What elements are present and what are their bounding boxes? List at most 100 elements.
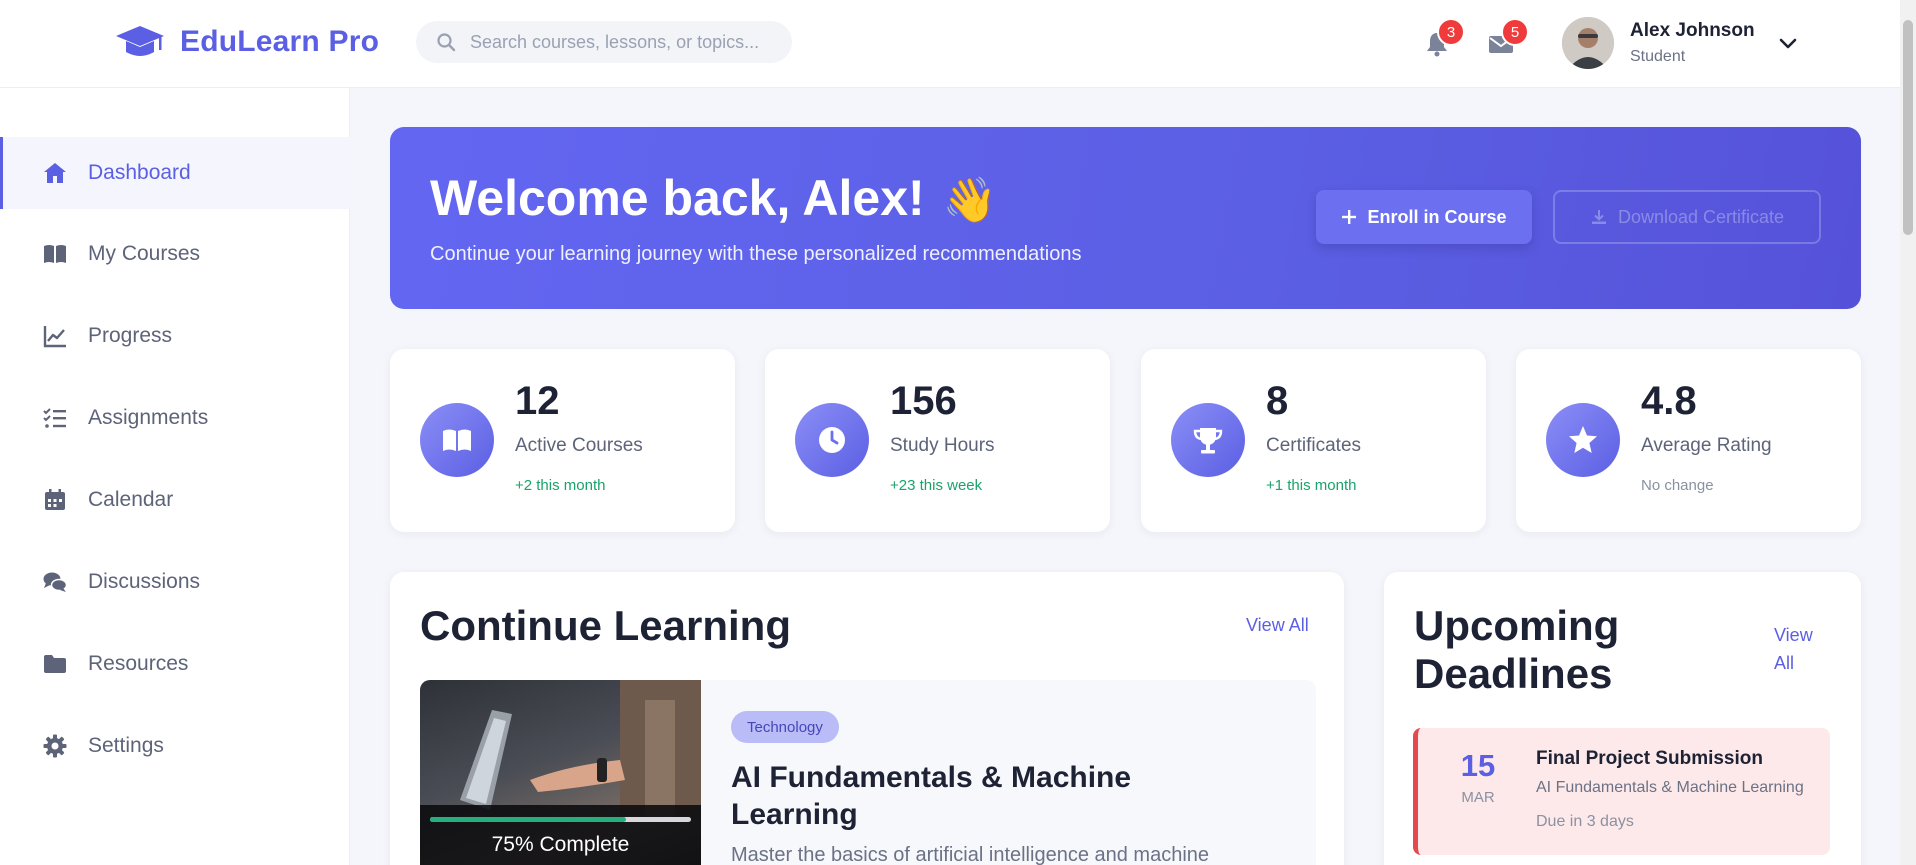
sidebar-item-settings[interactable]: Settings (0, 710, 350, 782)
course-category-tag: Technology (731, 711, 839, 743)
deadlines-view-all-link[interactable]: View All (1774, 622, 1824, 678)
messages-badge: 5 (1501, 18, 1529, 46)
comments-icon (43, 572, 68, 592)
sidebar-item-label: Dashboard (88, 161, 191, 184)
stat-label: Study Hours (890, 435, 995, 456)
waving-hand-emoji: 👋 (942, 176, 998, 225)
page-scrollbar[interactable] (1900, 0, 1916, 865)
upcoming-deadlines-panel: Upcoming Deadlines View All 15 MAR Final… (1384, 572, 1861, 865)
stat-icon-wrap (795, 403, 869, 477)
download-icon (1591, 210, 1606, 224)
user-role: Student (1630, 48, 1686, 65)
deadline-day: 15 (1460, 748, 1496, 783)
sidebar-item-dashboard[interactable]: Dashboard (0, 137, 350, 209)
welcome-title: Welcome back, Alex! 👋 (430, 169, 997, 227)
stat-change: +1 this month (1266, 477, 1357, 494)
stat-card-study-hours: 156 Study Hours +23 this week (765, 349, 1110, 532)
stat-label: Certificates (1266, 435, 1362, 456)
graduation-cap-icon (116, 26, 164, 56)
sidebar-item-label: Progress (88, 324, 173, 347)
deadlines-title: Upcoming Deadlines (1414, 602, 1620, 698)
sidebar-item-assignments[interactable]: Assignments (0, 382, 350, 454)
stat-value: 12 (515, 379, 560, 423)
user-menu[interactable]: Alex Johnson Student (1562, 17, 1799, 69)
course-thumbnail: 75% Complete (420, 680, 701, 865)
folder-icon (44, 655, 66, 673)
sidebar-item-label: Settings (88, 734, 164, 757)
sidebar-item-label: Discussions (88, 570, 201, 593)
continue-learning-title: Continue Learning (420, 602, 791, 649)
sidebar-item-label: My Courses (88, 242, 201, 265)
stat-icon-wrap (1171, 403, 1245, 477)
stat-icon-wrap (420, 403, 494, 477)
stat-value: 156 (890, 379, 957, 423)
stat-card-certificates: 8 Certificates +1 this month (1141, 349, 1486, 532)
deadline-due: Due in 3 days (1536, 813, 1634, 830)
plus-icon (1342, 210, 1357, 224)
book-open-icon (44, 245, 66, 263)
top-bar: EduLearn Pro 3 5 (0, 0, 1900, 88)
line-chart-icon (43, 326, 66, 348)
welcome-title-text: Welcome back, Alex! (430, 170, 925, 226)
chevron-down-icon[interactable] (1777, 32, 1799, 54)
sidebar-item-label: Assignments (88, 406, 209, 429)
sidebar-item-my-courses[interactable]: My Courses (0, 218, 350, 290)
home-icon (44, 163, 66, 183)
download-certificate-button[interactable]: Download Certificate (1553, 190, 1821, 244)
welcome-subtitle: Continue your learning journey with thes… (430, 243, 1082, 265)
search-icon (437, 33, 456, 52)
progress-fill (430, 817, 626, 822)
calendar-icon (45, 489, 65, 510)
course-description: Master the basics of artificial intellig… (731, 844, 1210, 865)
deadline-title: Final Project Submission (1536, 748, 1763, 769)
deadline-course: AI Fundamentals & Machine Learning (1536, 779, 1804, 796)
sidebar: Dashboard My Courses Progress Assignment… (0, 88, 350, 865)
avatar (1562, 17, 1614, 69)
stat-change: +2 this month (515, 477, 606, 494)
deadline-month: MAR (1461, 789, 1495, 806)
progress-text: 75% Complete (491, 833, 630, 856)
stat-value: 4.8 (1641, 379, 1697, 423)
sidebar-item-label: Calendar (88, 488, 174, 511)
stat-card-active-courses: 12 Active Courses +2 this month (390, 349, 735, 532)
app-name: EduLearn Pro (180, 25, 380, 58)
continue-learning-view-all-link[interactable]: View All (1246, 612, 1309, 640)
stat-change: No change (1641, 477, 1714, 494)
stat-label: Average Rating (1641, 435, 1772, 456)
star-icon (1569, 426, 1597, 453)
stat-icon-wrap (1546, 403, 1620, 477)
enroll-course-button[interactable]: Enroll in Course (1316, 190, 1532, 244)
search-input[interactable] (470, 31, 770, 53)
welcome-banner: Welcome back, Alex! 👋 Continue your learn… (390, 127, 1861, 309)
scrollbar-thumb[interactable] (1903, 20, 1913, 235)
enroll-course-label: Enroll in Course (1367, 206, 1507, 227)
user-name: Alex Johnson (1630, 20, 1755, 41)
download-certificate-label: Download Certificate (1617, 206, 1785, 227)
stat-change: +23 this week (890, 477, 983, 494)
sidebar-item-resources[interactable]: Resources (0, 628, 350, 700)
user-photo (1562, 17, 1614, 69)
notifications-badge: 3 (1437, 18, 1465, 46)
course-title: AI Fundamentals & Machine Learning (731, 761, 1132, 831)
gear-icon (43, 734, 67, 758)
course-progress-overlay: 75% Complete (420, 805, 701, 865)
tasks-icon (43, 408, 66, 428)
sidebar-item-label: Resources (88, 652, 189, 675)
search-bar (416, 21, 792, 63)
stat-value: 8 (1266, 379, 1289, 423)
continue-learning-panel: Continue Learning View All 75% Complete … (390, 572, 1344, 865)
progress-bar (430, 817, 691, 822)
logo[interactable]: EduLearn Pro (114, 22, 379, 62)
trophy-icon (1193, 428, 1223, 454)
deadline-item[interactable]: 15 MAR Final Project Submission AI Funda… (1413, 728, 1830, 855)
book-open-icon (443, 429, 471, 451)
stat-card-average-rating: 4.8 Average Rating No change (1516, 349, 1861, 532)
sidebar-item-discussions[interactable]: Discussions (0, 546, 350, 618)
sidebar-item-progress[interactable]: Progress (0, 300, 350, 372)
course-card[interactable]: 75% Complete Technology AI Fundamentals … (420, 680, 1316, 865)
stat-label: Active Courses (515, 435, 643, 456)
messages-button[interactable]: 5 (1481, 18, 1529, 64)
clock-icon (819, 427, 845, 453)
notifications-button[interactable]: 3 (1417, 18, 1465, 64)
sidebar-item-calendar[interactable]: Calendar (0, 464, 350, 536)
